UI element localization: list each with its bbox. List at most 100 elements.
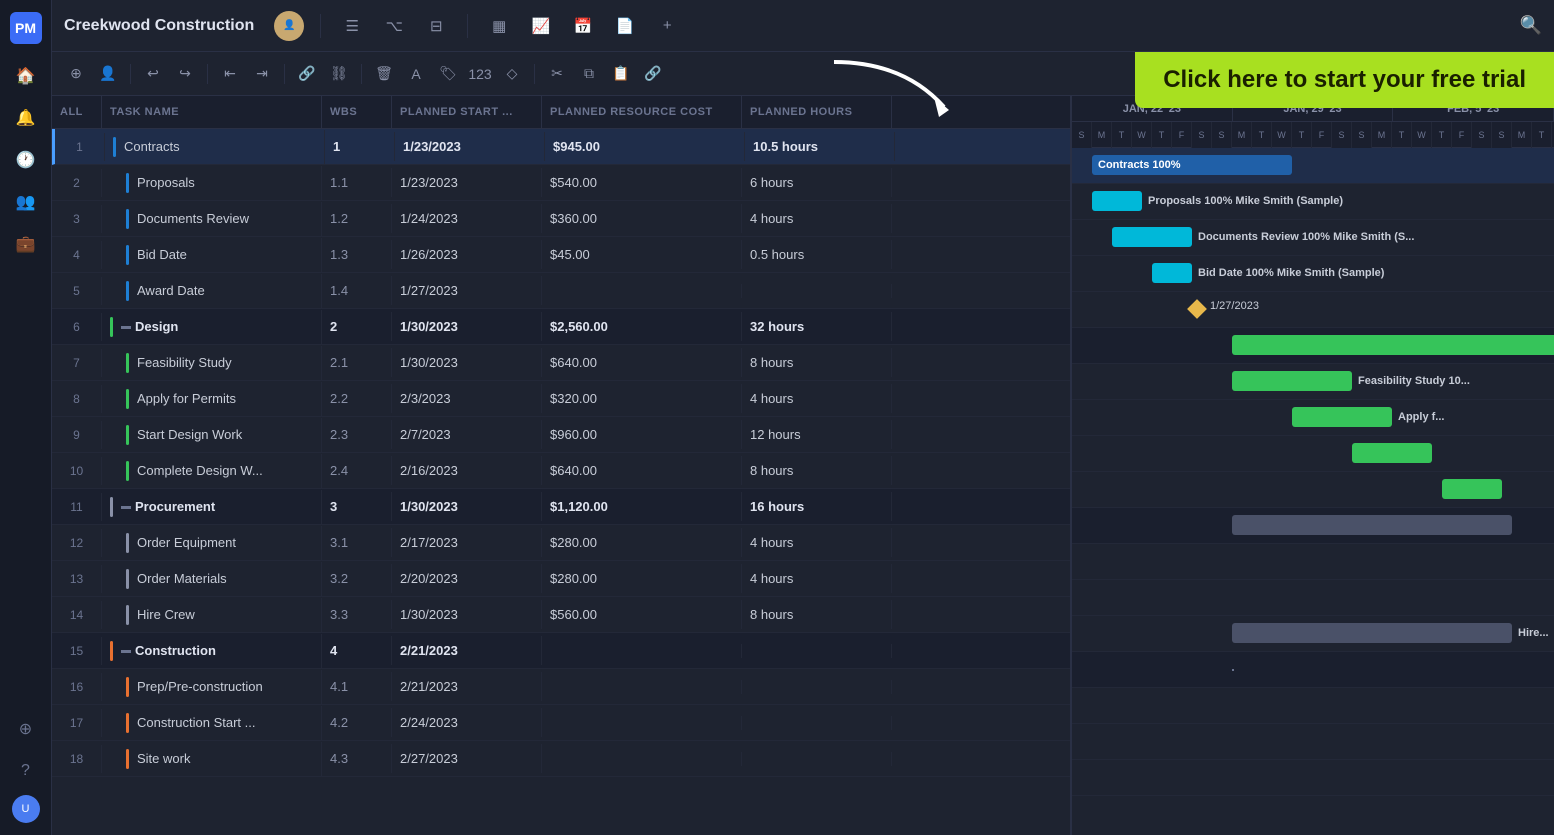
task-name-cell: Bid Date (102, 238, 322, 272)
cost-cell: $45.00 (542, 240, 742, 269)
cost-cell: $280.00 (542, 528, 742, 557)
add-task-btn[interactable]: ⊕ (62, 60, 90, 88)
gantt-bar-docs-review[interactable]: Documents Review 100% Mike Smith (S... (1112, 227, 1192, 247)
table-row[interactable]: 7 Feasibility Study 2.1 1/30/2023 $640.0… (52, 345, 1070, 381)
wbs-cell: 4.2 (322, 708, 392, 737)
gantt-view-btn[interactable]: 📈 (526, 11, 556, 41)
hours-cell: 32 hours (742, 312, 892, 341)
gantt-day: T (1112, 122, 1132, 148)
indent-btn[interactable]: ⇥ (248, 60, 276, 88)
collapse-icon[interactable]: ▬ (121, 645, 131, 656)
task-name-cell: Proposals (102, 166, 322, 200)
table-row[interactable]: 15 ▬ Construction 4 2/21/2023 (52, 633, 1070, 669)
table-row[interactable]: 18 Site work 4.3 2/27/2023 (52, 741, 1070, 777)
app-logo[interactable]: PM (10, 12, 42, 44)
sidebar-item-add[interactable]: ⊕ (8, 711, 44, 747)
table-row[interactable]: 8 Apply for Permits 2.2 2/3/2023 $320.00… (52, 381, 1070, 417)
gantt-bar-proposals[interactable]: Proposals 100% Mike Smith (Sample) (1092, 191, 1142, 211)
sidebar-item-notifications[interactable]: 🔔 (8, 100, 44, 136)
table-row[interactable]: 4 Bid Date 1.3 1/26/2023 $45.00 0.5 hour… (52, 237, 1070, 273)
start-cell: 1/30/2023 (392, 600, 542, 629)
link-btn[interactable]: 🔗 (293, 60, 321, 88)
delete-btn[interactable]: 🗑 (370, 60, 398, 88)
gantt-bar-design[interactable] (1232, 335, 1554, 355)
gantt-bar-label: Documents Review 100% Mike Smith (S... (1198, 231, 1414, 243)
table-row[interactable]: 13 Order Materials 3.2 2/20/2023 $280.00… (52, 561, 1070, 597)
sidebar-item-projects[interactable]: 💼 (8, 226, 44, 262)
document-view-btn[interactable]: 📄 (610, 11, 640, 41)
gantt-milestone-award-date[interactable] (1187, 299, 1207, 319)
paste-btn[interactable]: 📋 (607, 60, 635, 88)
table-row[interactable]: 16 Prep/Pre-construction 4.1 2/21/2023 (52, 669, 1070, 705)
gantt-bar-bid-date[interactable]: Bid Date 100% Mike Smith (Sample) (1152, 263, 1192, 283)
gantt-bar-design-work[interactable] (1352, 443, 1432, 463)
wbs-cell: 3.1 (322, 528, 392, 557)
table-row[interactable]: 9 Start Design Work 2.3 2/7/2023 $960.00… (52, 417, 1070, 453)
table-row[interactable]: 6 ▬ Design 2 1/30/2023 $2,560.00 32 hour… (52, 309, 1070, 345)
calendar-view-btn[interactable]: 📅 (568, 11, 598, 41)
redo-btn[interactable]: ↪ (171, 60, 199, 88)
number-btn[interactable]: 123 (466, 60, 494, 88)
gantt-bar-feasibility[interactable]: Feasibility Study 10... (1232, 371, 1352, 391)
col-all[interactable]: ALL (52, 96, 102, 128)
outdent-btn[interactable]: ⇤ (216, 60, 244, 88)
col-wbs[interactable]: WBS (322, 96, 392, 128)
gantt-bar-contracts[interactable]: Contracts 100% (1092, 155, 1292, 175)
gantt-day: W (1272, 122, 1292, 148)
gantt-bar-label: Apply f... (1398, 411, 1444, 423)
sidebar-item-team[interactable]: 👥 (8, 184, 44, 220)
gantt-bar-complete-design[interactable] (1442, 479, 1502, 499)
task-name-cell: ▬ Procurement (102, 490, 322, 524)
share-link-btn[interactable]: 🔗 (639, 60, 667, 88)
toolbar-sep-1 (130, 64, 131, 84)
list-view-btn[interactable]: ☰ (337, 11, 367, 41)
table-row[interactable]: 1 Contracts 1 1/23/2023 $945.00 10.5 hou… (52, 129, 1070, 165)
cut-btn[interactable]: ✂ (543, 60, 571, 88)
copy-btn[interactable]: ⧉ (575, 60, 603, 88)
collapse-icon[interactable]: ▬ (121, 501, 131, 512)
search-btn[interactable]: 🔍 (1520, 15, 1542, 36)
format-text-btn[interactable]: A (402, 60, 430, 88)
gantt-bar-hire-crew[interactable]: Hire... (1232, 623, 1512, 643)
free-trial-banner[interactable]: Click here to start your free trial (1135, 52, 1554, 108)
unlink-btn[interactable]: ⛓ (325, 60, 353, 88)
row-num: 3 (52, 205, 102, 233)
wbs-cell: 1 (325, 132, 395, 161)
sidebar-item-recent[interactable]: 🕐 (8, 142, 44, 178)
sidebar-item-home[interactable]: 🏠 (8, 58, 44, 94)
col-planned-resource-cost[interactable]: PLANNED RESOURCE COST (542, 96, 742, 128)
col-task-name[interactable]: TASK NAME (102, 96, 322, 128)
split-view-btn[interactable]: ⊟ (421, 11, 451, 41)
hours-cell (742, 284, 892, 298)
table-row[interactable]: 17 Construction Start ... 4.2 2/24/2023 (52, 705, 1070, 741)
hours-cell: 0.5 hours (742, 240, 892, 269)
col-planned-hours[interactable]: PLANNED HOURS (742, 96, 892, 128)
table-view-btn[interactable]: ▦ (484, 11, 514, 41)
table-row[interactable]: 12 Order Equipment 3.1 2/17/2023 $280.00… (52, 525, 1070, 561)
header-separator-1 (320, 14, 321, 38)
collapse-icon[interactable]: ▬ (121, 321, 131, 332)
chart-view-btn[interactable]: ⌥ (379, 11, 409, 41)
gantt-day: S (1192, 122, 1212, 148)
add-view-btn[interactable]: + (652, 11, 682, 41)
table-row[interactable]: 3 Documents Review 1.2 1/24/2023 $360.00… (52, 201, 1070, 237)
add-resource-btn[interactable]: 👤 (94, 60, 122, 88)
table-row[interactable]: 5 Award Date 1.4 1/27/2023 (52, 273, 1070, 309)
sidebar-user-avatar[interactable]: U (12, 795, 40, 823)
row-num: 18 (52, 745, 102, 773)
tag-btn[interactable]: 🏷 (434, 60, 462, 88)
undo-btn[interactable]: ↩ (139, 60, 167, 88)
gantt-bar-permits[interactable]: Apply f... (1292, 407, 1392, 427)
cost-cell: $360.00 (542, 204, 742, 233)
table-row[interactable]: 10 Complete Design W... 2.4 2/16/2023 $6… (52, 453, 1070, 489)
gantt-row-12 (1072, 544, 1554, 580)
user-avatar-header[interactable]: 👤 (274, 11, 304, 41)
diamond-btn[interactable]: ◇ (498, 60, 526, 88)
task-name-cell: ▬ Construction (102, 634, 322, 668)
col-planned-start[interactable]: PLANNED START ... (392, 96, 542, 128)
table-row[interactable]: 14 Hire Crew 3.3 1/30/2023 $560.00 8 hou… (52, 597, 1070, 633)
table-row[interactable]: 11 ▬ Procurement 3 1/30/2023 $1,120.00 1… (52, 489, 1070, 525)
table-row[interactable]: 2 Proposals 1.1 1/23/2023 $540.00 6 hour… (52, 165, 1070, 201)
gantt-bar-procurement[interactable] (1232, 515, 1512, 535)
sidebar-item-help[interactable]: ? (8, 753, 44, 789)
